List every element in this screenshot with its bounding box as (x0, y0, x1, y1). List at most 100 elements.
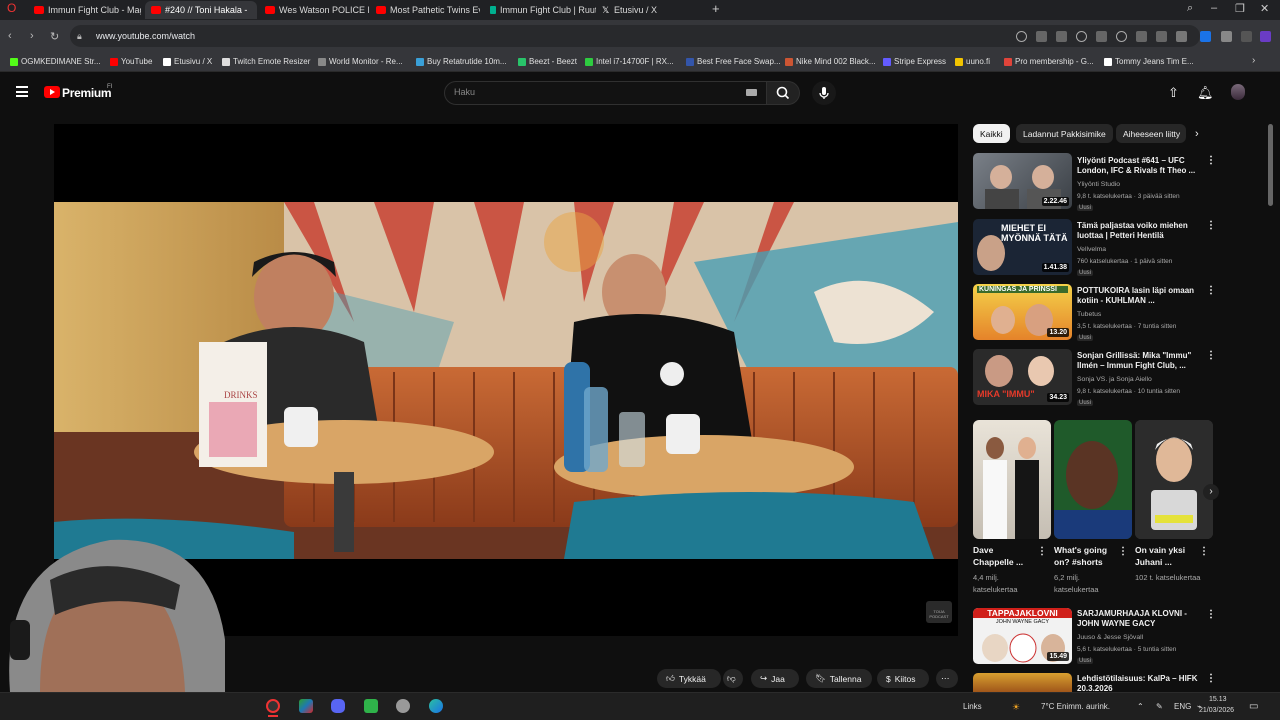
short-menu-icon[interactable]: ⋮ (1037, 546, 1047, 557)
video-menu-icon[interactable]: ⋮ (1206, 155, 1216, 166)
chips-next-icon[interactable]: › (1195, 128, 1199, 140)
channel-name[interactable]: Sonja VS. ja Sonja Aiello (1077, 376, 1152, 383)
shorts-next-icon[interactable]: › (1203, 484, 1219, 500)
video-menu-icon[interactable]: ⋮ (1206, 609, 1216, 620)
like-button[interactable]: 👍︎ Tykkää (657, 669, 721, 688)
search-page-icon[interactable] (1016, 31, 1027, 42)
video-menu-icon[interactable]: ⋮ (1206, 673, 1216, 684)
ai-icon[interactable] (1260, 31, 1271, 42)
video-frame[interactable]: DRINKS (54, 202, 958, 559)
short-title[interactable]: What's going on? #shorts (1054, 544, 1114, 568)
short-thumbnail[interactable] (1135, 420, 1213, 539)
youtube-logo-icon[interactable] (44, 86, 60, 98)
browser-tab-active[interactable]: #240 // Toni Hakala - (145, 1, 257, 19)
voice-search-button[interactable] (812, 81, 836, 105)
bookmarks-overflow-icon[interactable]: › (1252, 55, 1255, 66)
channel-watermark[interactable]: TOIJA PODCAST (926, 601, 952, 623)
video-thumbnail[interactable]: MIKA "IMMU" 34.23 (973, 349, 1072, 405)
video-menu-icon[interactable]: ⋮ (1206, 350, 1216, 361)
browser-tab[interactable]: Immun Fight Club - Mag (28, 1, 141, 19)
bookmark-item[interactable]: Tommy Jeans Tim E... (1104, 57, 1194, 66)
green-app-icon[interactable] (364, 699, 378, 713)
channel-name[interactable]: Juuso & Jesse Sjövall (1077, 634, 1143, 641)
short-menu-icon[interactable]: ⋮ (1199, 546, 1209, 557)
video-thumbnail[interactable] (973, 673, 1072, 692)
opera-logo-icon[interactable]: O (7, 1, 16, 15)
puzzle-icon[interactable] (1221, 31, 1232, 42)
save-button[interactable]: 🔖︎ Tallenna (806, 669, 872, 688)
weather-icon[interactable]: ☀ (1012, 702, 1020, 713)
reload-icon[interactable]: ↻ (50, 30, 59, 43)
channel-name[interactable]: Yliyönti Studio (1077, 181, 1120, 188)
chip-uploader[interactable]: Ladannut Pakkisimike (1016, 124, 1113, 143)
menu-icon[interactable] (16, 86, 28, 97)
short-menu-icon[interactable]: ⋮ (1118, 546, 1128, 557)
list-icon[interactable] (1156, 31, 1167, 42)
bookmark-item[interactable]: Stripe Express (883, 57, 946, 66)
forward-icon[interactable]: › (30, 30, 34, 42)
video-thumbnail[interactable]: TAPPAJAKLOVNI JOHN WAYNE GACY 15.49 (973, 608, 1072, 664)
thanks-button[interactable]: $ Kiitos (877, 669, 929, 688)
profile-icon[interactable] (1176, 31, 1187, 42)
url-field[interactable] (70, 25, 1200, 47)
shield-icon[interactable] (1076, 31, 1087, 42)
bookmark-item[interactable]: World Monitor - Re... (318, 57, 403, 66)
clock-date[interactable]: 21/03/2026 (1199, 707, 1234, 714)
close-window-icon[interactable]: ✕ (1260, 2, 1269, 15)
video-menu-icon[interactable]: ⋮ (1206, 220, 1216, 231)
bookmark-item[interactable]: OGMKEDIMANE Str... (10, 57, 101, 66)
more-actions-button[interactable]: ⋯ (936, 669, 958, 688)
camera-icon[interactable] (1056, 31, 1067, 42)
bookmark-item[interactable]: Nike Mind 002 Black... (785, 57, 876, 66)
bookmark-item[interactable]: Twitch Emote Resizer (222, 57, 310, 66)
notifications-bell-icon[interactable]: 🔔︎ (1197, 85, 1214, 101)
opera-taskbar-icon[interactable] (266, 699, 280, 713)
upload-icon[interactable]: ⇧ (1168, 85, 1179, 101)
chip-related[interactable]: Aiheeseen liitty (1116, 124, 1186, 143)
edge-icon[interactable] (429, 699, 443, 713)
video-title[interactable]: POTTUKOIRA lasin läpi omaan kotiin - KUH… (1077, 286, 1203, 306)
short-title[interactable]: On vain yksi Juhani ... (1135, 544, 1195, 568)
search-button[interactable] (767, 81, 800, 105)
heart-icon[interactable] (1116, 31, 1127, 42)
video-thumbnail[interactable]: KUNINGAS JA PRINSSI 13.20 (973, 284, 1072, 340)
links-toolbar[interactable]: Links (963, 702, 982, 711)
video-title[interactable]: Lehdistötilaisuus: KalPa – HIFK 20.3.202… (1077, 674, 1203, 692)
bookmark-item[interactable]: uuno.fi (955, 57, 990, 66)
bookmark-item[interactable]: Beezt - Beezt (518, 57, 577, 66)
search-input[interactable] (444, 81, 767, 105)
browser-tab[interactable]: Most Pathetic Twins Ever (370, 1, 480, 19)
new-tab-button[interactable]: + (712, 1, 720, 16)
edit-icon[interactable] (1036, 31, 1047, 42)
share-button[interactable]: ↪ Jaa (751, 669, 799, 688)
chip-all[interactable]: Kaikki (973, 124, 1010, 143)
colorful-app-icon[interactable] (299, 699, 313, 713)
youtube-premium-logo[interactable]: Premium (62, 86, 112, 100)
bookmark-item[interactable]: Best Free Face Swap... (686, 57, 781, 66)
video-thumbnail[interactable]: MIEHET EI MYÖNNÄ TÄTÄ 1.41.38 (973, 219, 1072, 275)
play-icon[interactable] (1096, 31, 1107, 42)
gray-app-icon[interactable] (396, 699, 410, 713)
maximize-icon[interactable]: ❐ (1235, 2, 1245, 15)
bookmark-item[interactable]: Etusivu / X (163, 57, 212, 66)
browser-tab[interactable]: Immun Fight Club | Ruutu (484, 1, 596, 19)
network-icon[interactable]: ✎ (1156, 702, 1163, 711)
video-title[interactable]: Tämä paljastaa voiko miehen luottaa | Pe… (1077, 221, 1203, 241)
language-indicator[interactable]: ENG (1174, 702, 1191, 711)
lock-icon[interactable]: 🔒︎ (77, 31, 82, 42)
video-thumbnail[interactable]: 2.22.46 (973, 153, 1072, 209)
bookmark-item[interactable]: Pro membership - G... (1004, 57, 1094, 66)
browser-tab[interactable]: Wes Watson POLICE REPO (259, 1, 369, 19)
page-scrollbar[interactable] (1268, 124, 1273, 206)
channel-name[interactable]: Vellvelma (1077, 246, 1106, 253)
video-title[interactable]: Yliyönti Podcast #641 – UFC London, IFC … (1077, 156, 1203, 176)
short-thumbnail[interactable] (973, 420, 1051, 539)
channel-name[interactable]: Tubetus (1077, 311, 1101, 318)
short-title[interactable]: Dave Chappelle ... (973, 544, 1033, 568)
video-title[interactable]: SARJAMURHAAJA KLOVNI - JOHN WAYNE GACY (1077, 609, 1203, 629)
discord-icon[interactable] (331, 699, 345, 713)
keyboard-icon[interactable] (746, 89, 757, 96)
video-menu-icon[interactable]: ⋮ (1206, 285, 1216, 296)
minimize-icon[interactable]: – (1211, 2, 1217, 14)
dislike-button[interactable]: 👎︎ (723, 669, 743, 688)
